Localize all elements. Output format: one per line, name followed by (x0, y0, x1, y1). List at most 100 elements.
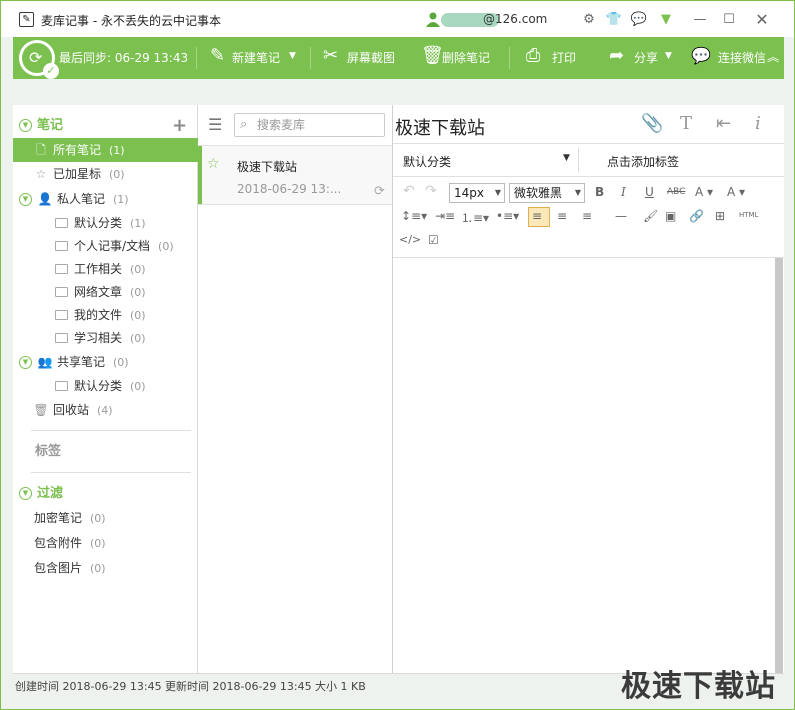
text-format-icon[interactable]: T (680, 113, 692, 134)
sidebar-tags-header[interactable]: 标签 (13, 440, 198, 464)
sidebar-folder[interactable]: 我的文件 (0) (13, 303, 198, 327)
created-time: 创建时间 2018-06-29 13:45 (15, 680, 162, 693)
font-color-icon[interactable]: A ▾ (695, 185, 713, 199)
feedback-icon[interactable]: 💬 (630, 11, 648, 29)
strikethrough-icon[interactable]: ABC (667, 187, 685, 197)
star-icon[interactable]: ☆ (207, 156, 220, 172)
underline-icon[interactable]: U (645, 185, 654, 199)
ordered-list-icon[interactable]: ⒈≡▾ (461, 209, 489, 226)
sidebar-item-shared-notes[interactable]: ▼ 👥 共享笔记 (0) (13, 350, 198, 374)
note-content-area[interactable] (393, 257, 784, 674)
sync-status: 最后同步: 06-29 13:43 (59, 51, 189, 65)
horizontal-rule-icon[interactable]: — (615, 209, 627, 223)
table-icon[interactable]: ⊞ (715, 209, 725, 223)
collapse-triangle-icon[interactable]: ▼ (19, 119, 32, 132)
app-window: ✎ 麦库记事 - 永不丢失的云中记事本 @126.com ⚙ 👕 💬 ▼ — ☐… (0, 0, 795, 710)
share-button[interactable]: 分享 (634, 49, 658, 66)
user-email[interactable]: @126.com (483, 12, 547, 26)
bullet-list-icon[interactable]: •≡▾ (496, 209, 519, 223)
image-icon[interactable]: ▣ (665, 209, 676, 223)
user-icon[interactable] (425, 11, 441, 27)
menu-dropdown-icon[interactable]: ▼ (657, 11, 675, 29)
collapse-toolbar-icon[interactable]: ︽ (767, 48, 779, 65)
sidebar-notes-header[interactable]: ▼ 笔记 (13, 114, 198, 138)
info-icon[interactable]: i (755, 113, 761, 134)
sidebar-item-all-notes[interactable]: 🗋 所有笔记 (1) (13, 138, 198, 162)
trash-icon: 🗑 (421, 45, 444, 66)
sidebar-folder[interactable]: 默认分类 (0) (13, 374, 198, 398)
sidebar-item-starred[interactable]: ☆ 已加星标 (0) (13, 162, 198, 186)
chevron-down-icon: ▼ (494, 188, 501, 197)
link-icon[interactable]: 🔗 (689, 209, 704, 223)
folder-icon (55, 380, 68, 391)
sidebar-item-trash[interactable]: 🗑 回收站 (4) (13, 398, 198, 422)
folder-icon (55, 286, 68, 297)
italic-icon[interactable]: I (621, 185, 626, 199)
add-tag-button[interactable]: 点击添加标签 (607, 153, 679, 170)
search-input[interactable]: ⌕ 搜索麦库 (234, 113, 385, 137)
folder-icon (55, 309, 68, 320)
connect-wechat-button[interactable]: 连接微信 (718, 49, 766, 66)
highlight-icon[interactable]: A ▾ (727, 185, 745, 199)
collapse-triangle-icon[interactable]: ▼ (19, 356, 32, 369)
skin-icon[interactable]: ⚙ (580, 11, 598, 29)
search-placeholder: 搜索麦库 (257, 118, 306, 132)
filter-item[interactable]: 加密笔记 (0) (13, 506, 198, 530)
folder-icon (55, 240, 68, 251)
share-dropdown-icon[interactable]: ▼ (665, 51, 672, 61)
selected-indicator (198, 146, 202, 204)
bold-icon[interactable]: B (595, 185, 604, 199)
sync-icon[interactable]: ⟳ (19, 40, 59, 79)
add-notebook-icon[interactable]: + (172, 115, 187, 136)
exit-icon[interactable]: ⇤ (716, 113, 731, 134)
minimize-icon[interactable]: — (691, 11, 709, 29)
folder-icon (55, 263, 68, 274)
align-center-icon[interactable]: ≡ (557, 209, 567, 223)
sidebar-folder[interactable]: 学习相关 (0) (13, 326, 198, 350)
sidebar-folder[interactable]: 工作相关 (0) (13, 257, 198, 281)
list-view-icon[interactable]: ☰ (208, 115, 222, 134)
font-size-select[interactable]: 14px ▼ (449, 183, 505, 203)
new-note-button[interactable]: 新建笔记 (232, 49, 280, 66)
note-list-item[interactable]: ☆ 极速下载站 2018-06-29 13:... ⟳ (198, 145, 392, 205)
undo-icon[interactable]: ↶ (403, 183, 415, 199)
meta-divider (578, 148, 579, 172)
redo-icon[interactable]: ↷ (425, 183, 437, 199)
category-dropdown-icon[interactable]: ▼ (563, 153, 570, 163)
wechat-icon: 💬 (691, 46, 711, 65)
note-title-field[interactable]: 极速下载站 (395, 114, 485, 140)
html-icon[interactable]: HTML (739, 211, 758, 219)
note-meta-bar: 默认分类 ▼ 点击添加标签 (393, 143, 784, 177)
star-icon: ☆ (35, 167, 47, 181)
delete-note-button[interactable]: 删除笔记 (442, 49, 490, 66)
sidebar-filter-header[interactable]: ▼ 过滤 (13, 482, 198, 506)
checkbox-icon[interactable]: ☑ (428, 233, 439, 247)
scrollbar[interactable] (775, 258, 783, 674)
sidebar-item-private-notes[interactable]: ▼ 👤 私人笔记 (1) (13, 187, 198, 211)
filter-item[interactable]: 包含附件 (0) (13, 531, 198, 555)
sidebar-folder[interactable]: 个人记事/文档 (0) (13, 234, 198, 258)
collapse-triangle-icon[interactable]: ▼ (19, 193, 32, 206)
indent-icon[interactable]: ⇥≡ (435, 209, 455, 223)
font-family-select[interactable]: 微软雅黑 ▼ (509, 183, 585, 203)
code-icon[interactable]: </> (399, 233, 421, 246)
format-painter-icon[interactable]: 🖌 (643, 209, 658, 223)
maximize-icon[interactable]: ☐ (720, 11, 738, 29)
print-button[interactable]: 打印 (552, 49, 576, 66)
attachment-icon[interactable]: 📎 (641, 113, 663, 134)
screenshot-button[interactable]: 屏幕截图 (347, 49, 395, 66)
collapse-triangle-icon[interactable]: ▼ (19, 487, 32, 500)
align-right-icon[interactable]: ≡ (582, 209, 592, 223)
sidebar-folder[interactable]: 默认分类 (1) (13, 211, 198, 235)
line-height-icon[interactable]: ↕≡▾ (401, 209, 427, 223)
theme-shirt-icon[interactable]: 👕 (605, 11, 623, 29)
sidebar-folder[interactable]: 网络文章 (0) (13, 280, 198, 304)
new-note-dropdown-icon[interactable]: ▼ (289, 51, 296, 61)
scissors-icon: ✂ (323, 45, 339, 66)
filter-item[interactable]: 包含图片 (0) (13, 556, 198, 580)
toolbar-divider (509, 47, 510, 69)
editor-panel: 极速下载站 📎 T ⇤ i 默认分类 ▼ 点击添加标签 ↶ ↷ 14px ▼ 微软… (393, 105, 784, 674)
close-icon[interactable]: ✕ (753, 11, 771, 29)
category-select[interactable]: 默认分类 (403, 153, 451, 170)
watermark-logo: 极速下载站 (621, 669, 776, 704)
